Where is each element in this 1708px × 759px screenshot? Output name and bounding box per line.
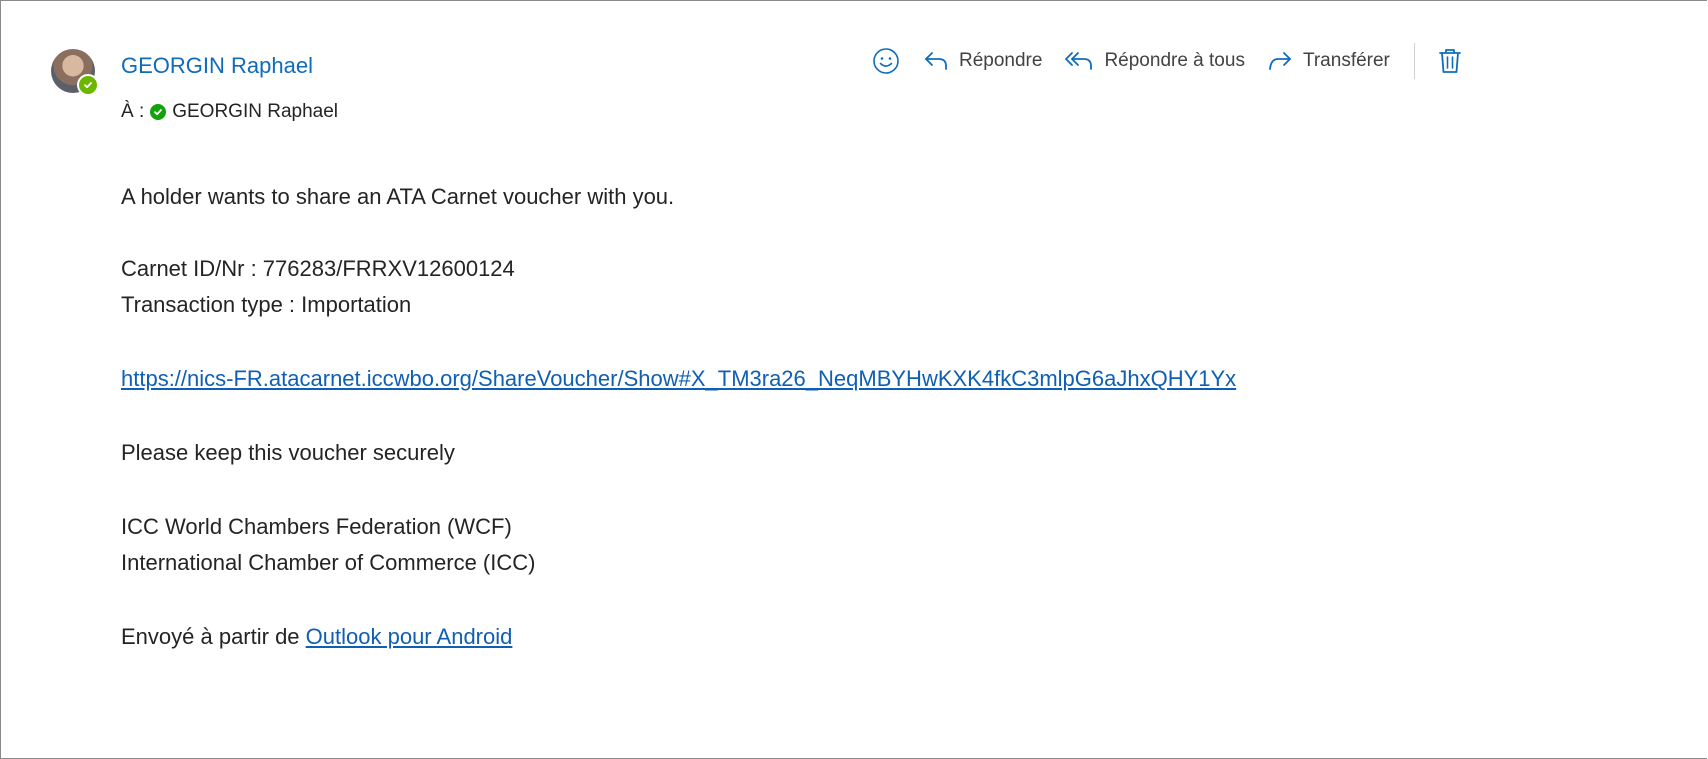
sent-from-line: Envoyé à partir de Outlook pour Android xyxy=(121,619,1707,655)
message-body: A holder wants to share an ATA Carnet vo… xyxy=(121,179,1707,655)
to-label: À : xyxy=(121,101,145,122)
reply-icon xyxy=(925,52,947,70)
sender-name[interactable]: GEORGIN Raphael xyxy=(121,53,313,79)
intro-text: A holder wants to share an ATA Carnet vo… xyxy=(121,184,675,209)
signature-line-2: International Chamber of Commerce (ICC) xyxy=(121,550,536,575)
forward-button[interactable]: Transférer xyxy=(1267,50,1390,72)
reply-all-icon xyxy=(1065,52,1093,70)
signature-line-1: ICC World Chambers Federation (WCF) xyxy=(121,514,512,539)
keep-note-text: Please keep this voucher securely xyxy=(121,440,455,465)
emoji-icon xyxy=(873,48,899,74)
transaction-type-text: Transaction type : Importation xyxy=(121,292,412,317)
message-toolbar: Répondre Répondre à tous Transférer xyxy=(871,39,1707,83)
delete-icon xyxy=(1438,49,1461,73)
reply-all-label: Répondre à tous xyxy=(1104,50,1245,71)
recipient-presence-icon xyxy=(150,104,167,120)
forward-label: Transférer xyxy=(1302,50,1390,71)
forward-icon xyxy=(1269,52,1291,70)
reply-all-button[interactable]: Répondre à tous xyxy=(1064,50,1245,72)
email-reading-pane: GEORGIN Raphael À : GEORGIN Raphael Répo… xyxy=(0,0,1707,759)
outlook-android-link[interactable]: Outlook pour Android xyxy=(306,624,513,649)
delete-button[interactable] xyxy=(1437,46,1463,76)
reply-label: Répondre xyxy=(959,50,1043,71)
recipient-name[interactable]: GEORGIN Raphael xyxy=(172,101,338,123)
carnet-id-text: Carnet ID/Nr : 776283/FRRXV12600124 xyxy=(121,256,515,281)
recipient-line: À : GEORGIN Raphael xyxy=(121,101,338,123)
avatar[interactable] xyxy=(51,49,99,96)
emoji-reaction-button[interactable] xyxy=(871,46,901,76)
voucher-link[interactable]: https://nics-FR.atacarnet.iccwbo.org/Sha… xyxy=(121,366,1236,391)
toolbar-divider xyxy=(1413,43,1415,79)
reply-button[interactable]: Répondre xyxy=(923,50,1042,72)
sent-from-prefix: Envoyé à partir de xyxy=(121,624,300,649)
presence-check-icon xyxy=(77,74,99,96)
